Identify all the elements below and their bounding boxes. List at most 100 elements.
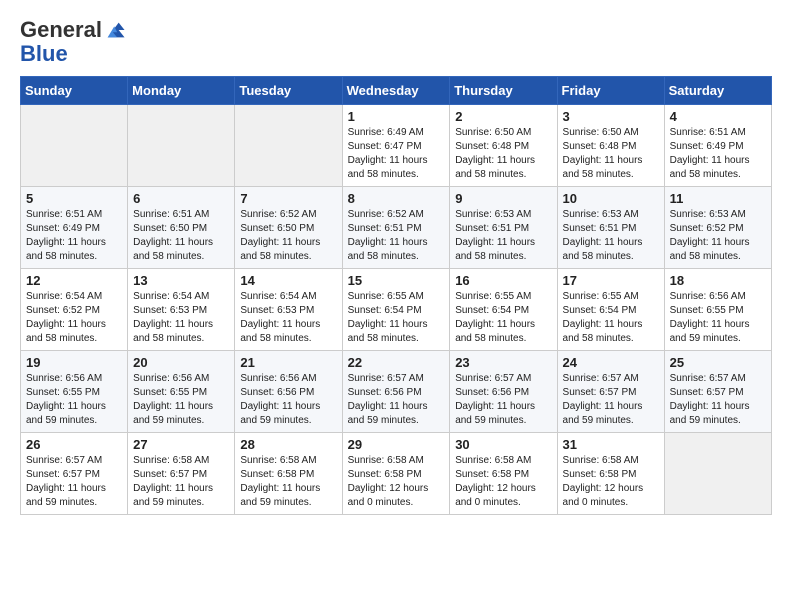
day-info: Sunrise: 6:57 AM Sunset: 6:56 PM Dayligh… <box>348 372 445 428</box>
day-info: Sunrise: 6:55 AM Sunset: 6:54 PM Dayligh… <box>455 290 551 346</box>
calendar-cell <box>235 105 342 187</box>
weekday-header-thursday: Thursday <box>450 77 557 105</box>
day-info: Sunrise: 6:57 AM Sunset: 6:57 PM Dayligh… <box>670 372 766 428</box>
calendar-cell: 23 Sunrise: 6:57 AM Sunset: 6:56 PM Dayli… <box>450 351 557 433</box>
calendar-cell: 14Sunrise: 6:54 AM Sunset: 6:53 PM Dayli… <box>235 269 342 351</box>
day-info: Sunrise: 6:50 AM Sunset: 6:48 PM Dayligh… <box>563 126 659 182</box>
weekday-header-row: SundayMondayTuesdayWednesdayThursdayFrid… <box>21 77 772 105</box>
page: General Blue SundayMondayTuesdayWednesda… <box>0 0 792 533</box>
calendar-cell: 22 Sunrise: 6:57 AM Sunset: 6:56 PM Dayli… <box>342 351 450 433</box>
day-number: 20 <box>133 355 229 370</box>
day-number: 30 <box>455 437 551 452</box>
day-number: 29 <box>348 437 445 452</box>
calendar-cell: 5Sunrise: 6:51 AM Sunset: 6:49 PM Daylig… <box>21 187 128 269</box>
day-number: 24 <box>563 355 659 370</box>
calendar-cell: 13 Sunrise: 6:54 AM Sunset: 6:53 PM Dayli… <box>128 269 235 351</box>
calendar-cell: 4Sunrise: 6:51 AM Sunset: 6:49 PM Daylig… <box>664 105 771 187</box>
day-number: 10 <box>563 191 659 206</box>
weekday-header-saturday: Saturday <box>664 77 771 105</box>
day-number: 23 <box>455 355 551 370</box>
logo: General Blue <box>20 18 126 66</box>
day-info: Sunrise: 6:55 AM Sunset: 6:54 PM Dayligh… <box>348 290 445 346</box>
weekday-header-sunday: Sunday <box>21 77 128 105</box>
weekday-header-tuesday: Tuesday <box>235 77 342 105</box>
day-number: 26 <box>26 437 122 452</box>
day-number: 9 <box>455 191 551 206</box>
calendar-cell: 1Sunrise: 6:49 AM Sunset: 6:47 PM Daylig… <box>342 105 450 187</box>
day-number: 28 <box>240 437 336 452</box>
logo-icon <box>104 19 126 41</box>
day-info: Sunrise: 6:55 AM Sunset: 6:54 PM Dayligh… <box>563 290 659 346</box>
day-number: 16 <box>455 273 551 288</box>
day-info: Sunrise: 6:58 AM Sunset: 6:58 PM Dayligh… <box>563 454 659 510</box>
calendar-cell <box>128 105 235 187</box>
day-info: Sunrise: 6:54 AM Sunset: 6:53 PM Dayligh… <box>133 290 229 346</box>
day-number: 8 <box>348 191 445 206</box>
calendar-cell: 7Sunrise: 6:52 AM Sunset: 6:50 PM Daylig… <box>235 187 342 269</box>
day-info: Sunrise: 6:57 AM Sunset: 6:56 PM Dayligh… <box>455 372 551 428</box>
day-info: Sunrise: 6:51 AM Sunset: 6:50 PM Dayligh… <box>133 208 229 264</box>
day-number: 17 <box>563 273 659 288</box>
calendar-cell: 24 Sunrise: 6:57 AM Sunset: 6:57 PM Dayli… <box>557 351 664 433</box>
calendar-cell: 25 Sunrise: 6:57 AM Sunset: 6:57 PM Dayli… <box>664 351 771 433</box>
day-number: 6 <box>133 191 229 206</box>
calendar-cell: 10 Sunrise: 6:53 AM Sunset: 6:51 PM Dayli… <box>557 187 664 269</box>
day-number: 14 <box>240 273 336 288</box>
day-info: Sunrise: 6:58 AM Sunset: 6:58 PM Dayligh… <box>348 454 445 510</box>
day-info: Sunrise: 6:50 AM Sunset: 6:48 PM Dayligh… <box>455 126 551 182</box>
day-number: 11 <box>670 191 766 206</box>
day-number: 18 <box>670 273 766 288</box>
day-number: 13 <box>133 273 229 288</box>
calendar-cell: 18 Sunrise: 6:56 AM Sunset: 6:55 PM Dayli… <box>664 269 771 351</box>
calendar-cell: 2Sunrise: 6:50 AM Sunset: 6:48 PM Daylig… <box>450 105 557 187</box>
week-row-3: 19 Sunrise: 6:56 AM Sunset: 6:55 PM Dayli… <box>21 351 772 433</box>
day-info: Sunrise: 6:56 AM Sunset: 6:55 PM Dayligh… <box>26 372 122 428</box>
day-info: Sunrise: 6:53 AM Sunset: 6:52 PM Dayligh… <box>670 208 766 264</box>
day-info: Sunrise: 6:51 AM Sunset: 6:49 PM Dayligh… <box>26 208 122 264</box>
day-info: Sunrise: 6:56 AM Sunset: 6:55 PM Dayligh… <box>670 290 766 346</box>
day-number: 25 <box>670 355 766 370</box>
calendar-cell: 16 Sunrise: 6:55 AM Sunset: 6:54 PM Dayli… <box>450 269 557 351</box>
day-info: Sunrise: 6:53 AM Sunset: 6:51 PM Dayligh… <box>563 208 659 264</box>
logo-blue: Blue <box>20 42 126 66</box>
day-info: Sunrise: 6:49 AM Sunset: 6:47 PM Dayligh… <box>348 126 445 182</box>
day-number: 22 <box>348 355 445 370</box>
day-info: Sunrise: 6:54 AM Sunset: 6:52 PM Dayligh… <box>26 290 122 346</box>
calendar-cell: 29 Sunrise: 6:58 AM Sunset: 6:58 PM Dayli… <box>342 433 450 515</box>
calendar-cell: 20 Sunrise: 6:56 AM Sunset: 6:55 PM Dayli… <box>128 351 235 433</box>
day-info: Sunrise: 6:52 AM Sunset: 6:51 PM Dayligh… <box>348 208 445 264</box>
calendar-cell: 30Sunrise: 6:58 AM Sunset: 6:58 PM Dayli… <box>450 433 557 515</box>
day-number: 27 <box>133 437 229 452</box>
calendar-cell: 6 Sunrise: 6:51 AM Sunset: 6:50 PM Daylig… <box>128 187 235 269</box>
calendar-table: SundayMondayTuesdayWednesdayThursdayFrid… <box>20 76 772 515</box>
week-row-2: 12Sunrise: 6:54 AM Sunset: 6:52 PM Dayli… <box>21 269 772 351</box>
calendar-cell: 31 Sunrise: 6:58 AM Sunset: 6:58 PM Dayli… <box>557 433 664 515</box>
day-info: Sunrise: 6:53 AM Sunset: 6:51 PM Dayligh… <box>455 208 551 264</box>
calendar-cell <box>664 433 771 515</box>
weekday-header-wednesday: Wednesday <box>342 77 450 105</box>
day-number: 21 <box>240 355 336 370</box>
day-info: Sunrise: 6:58 AM Sunset: 6:57 PM Dayligh… <box>133 454 229 510</box>
day-number: 19 <box>26 355 122 370</box>
day-info: Sunrise: 6:57 AM Sunset: 6:57 PM Dayligh… <box>563 372 659 428</box>
logo-general: General <box>20 18 102 42</box>
week-row-1: 5Sunrise: 6:51 AM Sunset: 6:49 PM Daylig… <box>21 187 772 269</box>
day-number: 4 <box>670 109 766 124</box>
day-info: Sunrise: 6:56 AM Sunset: 6:56 PM Dayligh… <box>240 372 336 428</box>
day-number: 7 <box>240 191 336 206</box>
day-info: Sunrise: 6:58 AM Sunset: 6:58 PM Dayligh… <box>240 454 336 510</box>
day-info: Sunrise: 6:56 AM Sunset: 6:55 PM Dayligh… <box>133 372 229 428</box>
weekday-header-friday: Friday <box>557 77 664 105</box>
week-row-0: 1Sunrise: 6:49 AM Sunset: 6:47 PM Daylig… <box>21 105 772 187</box>
day-number: 3 <box>563 109 659 124</box>
week-row-4: 26Sunrise: 6:57 AM Sunset: 6:57 PM Dayli… <box>21 433 772 515</box>
calendar-cell: 15Sunrise: 6:55 AM Sunset: 6:54 PM Dayli… <box>342 269 450 351</box>
calendar-cell: 9 Sunrise: 6:53 AM Sunset: 6:51 PM Daylig… <box>450 187 557 269</box>
calendar-cell: 21 Sunrise: 6:56 AM Sunset: 6:56 PM Dayli… <box>235 351 342 433</box>
calendar-cell: 11 Sunrise: 6:53 AM Sunset: 6:52 PM Dayli… <box>664 187 771 269</box>
calendar-cell: 28 Sunrise: 6:58 AM Sunset: 6:58 PM Dayli… <box>235 433 342 515</box>
calendar-cell: 26Sunrise: 6:57 AM Sunset: 6:57 PM Dayli… <box>21 433 128 515</box>
calendar-cell: 17 Sunrise: 6:55 AM Sunset: 6:54 PM Dayli… <box>557 269 664 351</box>
calendar-cell: 19 Sunrise: 6:56 AM Sunset: 6:55 PM Dayli… <box>21 351 128 433</box>
day-number: 31 <box>563 437 659 452</box>
